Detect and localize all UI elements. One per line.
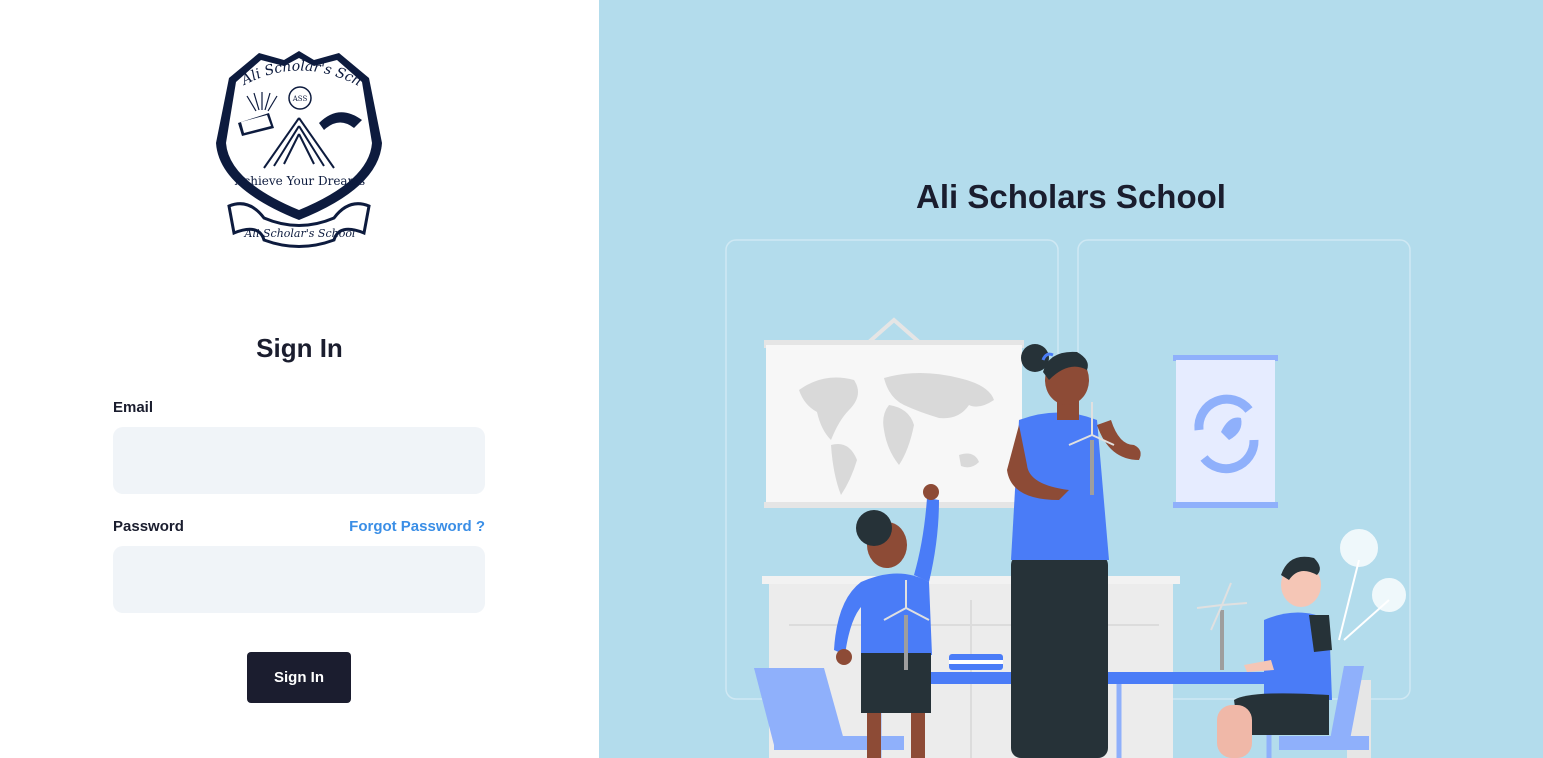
signin-button[interactable]: Sign In bbox=[247, 652, 351, 703]
logo-badge-text: ASS bbox=[292, 95, 308, 103]
password-label: Password bbox=[113, 518, 184, 535]
school-crest-icon: ASS Ali Scholar's School Achieve Your Dr… bbox=[214, 48, 382, 248]
signin-heading: Sign In bbox=[256, 333, 343, 363]
email-input[interactable] bbox=[113, 427, 485, 494]
logo-ribbon-text: Ali Scholar's School bbox=[244, 227, 356, 240]
login-panel: ASS Ali Scholar's School Achieve Your Dr… bbox=[0, 0, 599, 758]
classroom-illustration bbox=[725, 239, 1411, 758]
hanger-icon bbox=[867, 317, 921, 344]
forgot-password-link[interactable]: Forgot Password ? bbox=[349, 518, 485, 535]
logo-motto: Achieve Your Dreams bbox=[234, 174, 365, 188]
school-logo: ASS Ali Scholar's School Achieve Your Dr… bbox=[214, 48, 384, 250]
student-boy-figure bbox=[1196, 556, 1332, 758]
password-input[interactable] bbox=[113, 546, 485, 613]
email-label: Email bbox=[113, 399, 154, 416]
hero-panel: Ali Scholars School bbox=[599, 0, 1543, 758]
